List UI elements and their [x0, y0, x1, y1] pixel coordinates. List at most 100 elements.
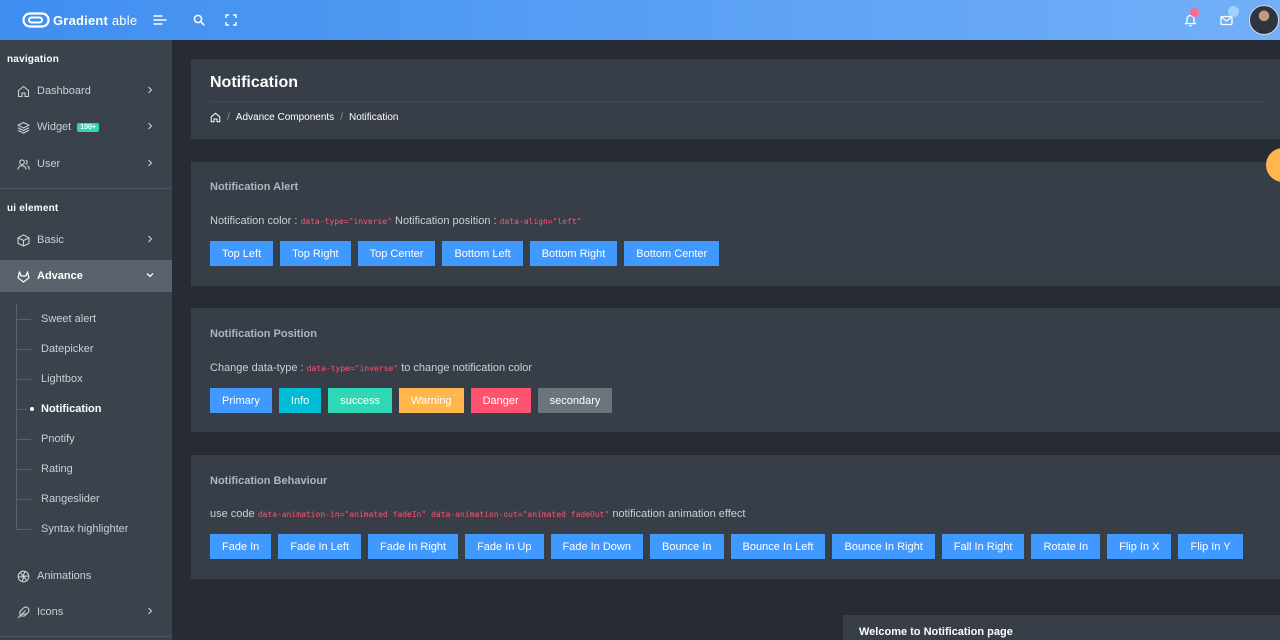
breadcrumb-advance-components[interactable]: Advance Components: [236, 112, 334, 123]
bounce-in-left-button[interactable]: Bounce In Left: [730, 534, 826, 559]
code-snippet: data-type="inverse": [300, 217, 392, 226]
nav-caption-navigation: navigation: [7, 54, 60, 65]
sidebar-item-label: Animations: [37, 570, 92, 582]
flip-in-x-button[interactable]: Flip In X: [1107, 534, 1172, 559]
submenu-item-label: Sweet alert: [41, 313, 97, 325]
sidebar-item-label: Dashboard: [37, 85, 91, 97]
fade-in-left-button[interactable]: Fade In Left: [278, 534, 362, 559]
nav-caption-ui-element: ui element: [7, 203, 59, 214]
submenu-item-pnotify[interactable]: Pnotify: [0, 424, 172, 454]
search-icon[interactable]: [190, 11, 208, 29]
submenu-item-rating[interactable]: Rating: [0, 454, 172, 484]
sidebar-item-animations[interactable]: Animations: [0, 560, 172, 592]
sidebar-item-label: User: [37, 158, 61, 170]
chevron-right-icon: [148, 159, 153, 167]
rotate-in-button[interactable]: Rotate In: [1031, 534, 1101, 559]
sidebar: navigation Dashboard Widget 100+ User ui…: [0, 40, 172, 640]
fullscreen-icon[interactable]: [222, 11, 240, 29]
layers-icon: [16, 120, 30, 134]
brand-logo-icon: [22, 12, 50, 28]
sidebar-divider: [0, 188, 172, 189]
fade-in-up-button[interactable]: Fade In Up: [465, 534, 544, 559]
submenu-item-label: Lightbox: [41, 373, 83, 385]
notification-position-card: Notification Position Change data-type :…: [191, 308, 1280, 432]
button-row: Primary Info success Warning Danger seco…: [210, 388, 619, 413]
top-header: Gradient able: [0, 0, 1280, 40]
sidebar-item-user[interactable]: User: [0, 148, 172, 180]
card-title: Notification Position: [210, 328, 317, 340]
brand-name: Gradient able: [53, 12, 138, 28]
primary-button[interactable]: Primary: [210, 388, 272, 413]
sidebar-item-label: Advance: [37, 270, 83, 282]
success-button[interactable]: success: [328, 388, 392, 413]
card-title: Notification Behaviour: [210, 475, 328, 487]
feather-icon: [16, 605, 30, 619]
page-header-card: Notification / Advance Components / Noti…: [191, 59, 1280, 139]
breadcrumb: / Advance Components / Notification: [210, 112, 398, 123]
mail-icon[interactable]: [1217, 6, 1239, 29]
active-dot: [30, 407, 34, 411]
fade-in-down-button[interactable]: Fade In Down: [550, 534, 643, 559]
sidebar-item-icons[interactable]: Icons: [0, 596, 172, 628]
code-snippet: data-animation-in="animated fadeIn" data…: [257, 510, 610, 519]
bottom-left-button[interactable]: Bottom Left: [442, 241, 523, 266]
info-button[interactable]: Info: [278, 388, 322, 413]
submenu-item-label: Notification: [41, 403, 102, 415]
submenu-item-label: Rating: [41, 463, 73, 475]
warning-button[interactable]: Warning: [399, 388, 464, 413]
gitlab-icon: [16, 269, 30, 283]
fade-in-right-button[interactable]: Fade In Right: [368, 534, 459, 559]
submenu-item-label: Datepicker: [41, 343, 94, 355]
chevron-right-icon: [148, 607, 153, 615]
submenu-item-sweet-alert[interactable]: Sweet alert: [0, 304, 172, 334]
toast-message: Welcome to Notification page: [859, 626, 1013, 638]
home-icon: [16, 84, 30, 98]
submenu-item-lightbox[interactable]: Lightbox: [0, 364, 172, 394]
code-snippet: data-type="inverse": [306, 364, 399, 373]
bell-icon[interactable]: [1181, 8, 1199, 29]
chevron-right-icon: [148, 86, 153, 94]
sidebar-item-dashboard[interactable]: Dashboard: [0, 75, 172, 107]
fall-in-right-button[interactable]: Fall In Right: [941, 534, 1025, 559]
chevron-right-icon: [148, 122, 153, 130]
avatar[interactable]: [1249, 5, 1279, 35]
top-left-button[interactable]: Top Left: [210, 241, 274, 266]
card-description: use code data-animation-in="animated fad…: [210, 508, 746, 520]
aperture-icon: [16, 569, 30, 583]
menu-icon[interactable]: [151, 11, 169, 29]
danger-button[interactable]: Danger: [470, 388, 531, 413]
notification-dot: [1190, 8, 1199, 17]
widget-count-badge: 100+: [77, 122, 100, 132]
notification-behaviour-card: Notification Behaviour use code data-ani…: [191, 455, 1280, 579]
submenu-item-syntax-highlighter[interactable]: Syntax highlighter: [0, 514, 172, 544]
home-icon[interactable]: [210, 112, 221, 123]
submenu-item-label: Pnotify: [41, 433, 75, 445]
submenu-item-label: Syntax highlighter: [41, 523, 129, 535]
card-description: Change data-type : data-type="inverse" t…: [210, 362, 533, 374]
bounce-in-right-button[interactable]: Bounce In Right: [832, 534, 935, 559]
chevron-down-icon: [146, 273, 154, 278]
bounce-in-button[interactable]: Bounce In: [649, 534, 724, 559]
sidebar-item-widget[interactable]: Widget 100+: [0, 111, 172, 143]
box-icon: [16, 233, 30, 247]
notification-alert-card: Notification Alert Notification color : …: [191, 162, 1280, 286]
top-center-button[interactable]: Top Center: [357, 241, 436, 266]
card-description: Notification color : data-type="inverse"…: [210, 215, 582, 227]
page-title: Notification: [210, 74, 298, 91]
users-icon: [16, 157, 30, 171]
sidebar-item-label: Widget: [37, 121, 72, 133]
flip-in-y-button[interactable]: Flip In Y: [1178, 534, 1243, 559]
sidebar-item-basic[interactable]: Basic: [0, 224, 172, 256]
toast-notification[interactable]: Welcome to Notification page: [843, 615, 1280, 640]
top-right-button[interactable]: Top Right: [280, 241, 351, 266]
bottom-center-button[interactable]: Bottom Center: [624, 241, 720, 266]
brand[interactable]: Gradient able: [22, 12, 148, 28]
submenu-item-notification[interactable]: Notification: [0, 394, 172, 424]
submenu-item-rangeslider[interactable]: Rangeslider: [0, 484, 172, 514]
submenu-item-datepicker[interactable]: Datepicker: [0, 334, 172, 364]
bottom-right-button[interactable]: Bottom Right: [529, 241, 618, 266]
secondary-button[interactable]: secondary: [537, 388, 613, 413]
sidebar-item-advance[interactable]: Advance: [0, 260, 172, 292]
chevron-right-icon: [148, 235, 153, 243]
fade-in-button[interactable]: Fade In: [210, 534, 272, 559]
